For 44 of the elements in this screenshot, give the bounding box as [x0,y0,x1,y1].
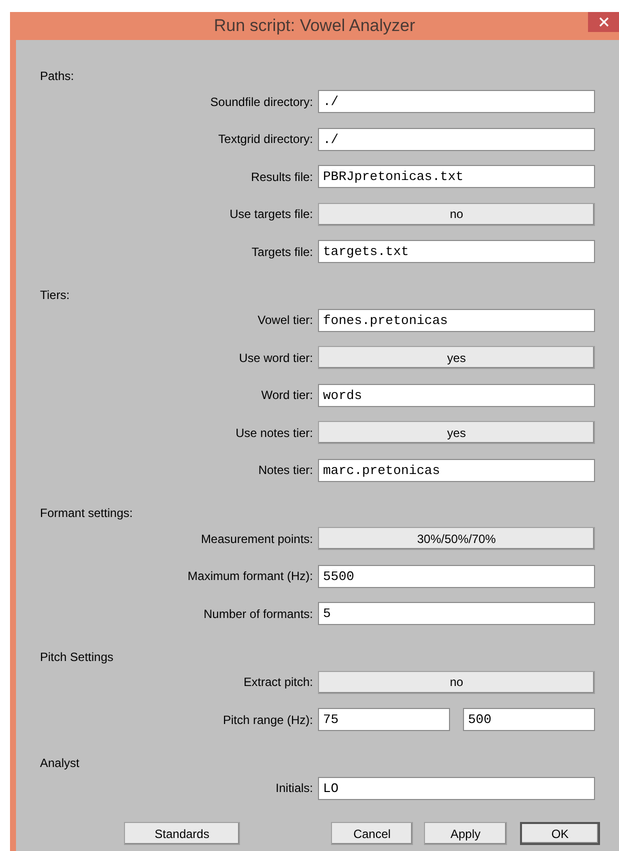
section-heading: Formant settings: [40,505,133,522]
field-label: Vowel tier: [256,312,314,330]
text-field[interactable]: PBRJpretonicas.txt [318,165,595,188]
dialog-button[interactable]: Apply [424,822,507,845]
option-button[interactable]: no [318,670,595,694]
section-heading: Analyst [40,754,80,772]
field-label: Maximum formant (Hz): [186,568,314,586]
field-label: Measurement points: [200,530,314,548]
field-label: Use targets file: [228,206,314,224]
field-label: Soundfile directory: [209,94,314,111]
text-field[interactable]: 75 [318,708,450,732]
text-field[interactable]: 5 [318,602,595,626]
section-heading: Paths: [40,68,74,85]
text-field[interactable]: ./ [318,128,595,151]
field-label: Extract pitch: [242,674,314,692]
text-field[interactable]: 5500 [318,564,595,588]
field-label: Use word tier: [238,350,314,367]
field-label: Results file: [250,168,314,186]
section-heading: Pitch Settings [40,648,114,666]
field-label: Targets file: [250,244,314,261]
text-field[interactable]: 500 [463,708,595,732]
field-label: Textgrid directory: [217,131,314,148]
text-field[interactable]: fones.pretonicas [318,308,595,332]
field-label: Number of formants: [202,606,314,623]
option-button[interactable]: yes [318,421,595,444]
dialog-button[interactable]: OK [520,822,600,845]
window-title: Run script: Vowel Analyzer [214,15,416,38]
text-field[interactable]: words [318,384,595,407]
dialog-button[interactable]: Standards [124,822,240,845]
option-button[interactable]: yes [318,346,595,370]
close-icon[interactable] [588,12,619,32]
option-button[interactable]: no [318,202,595,226]
section-heading: Tiers: [40,286,70,304]
field-label: Notes tier: [257,462,314,480]
field-label: Pitch range (Hz): [222,712,314,729]
field-label: Initials: [274,780,314,798]
text-field[interactable]: ./ [318,90,595,114]
text-field[interactable]: marc.pretonicas [318,458,595,482]
field-label: Word tier: [260,387,314,404]
field-label: Use notes tier: [234,424,314,442]
text-field[interactable]: targets.txt [318,240,595,264]
text-field[interactable]: LO [318,776,595,800]
dialog-button[interactable]: Cancel [331,822,413,845]
option-button[interactable]: 30%/50%/70% [318,527,595,550]
